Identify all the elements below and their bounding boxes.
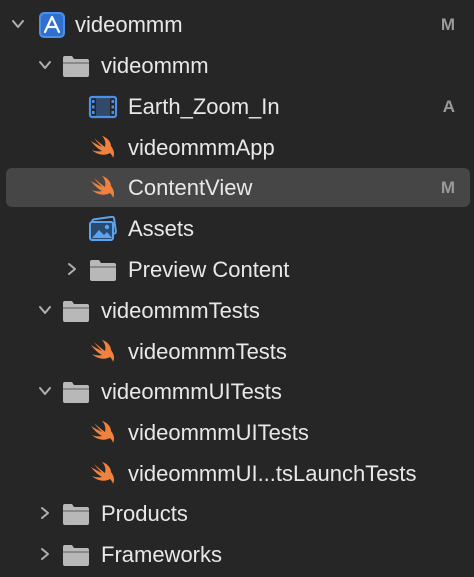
tree-row-file[interactable]: Assets [0,208,474,249]
tree-row-project[interactable]: videommm M [0,4,474,45]
tree-row-group[interactable]: videommmUITests [0,371,474,412]
tree-row-label: videommmUITests [128,420,309,445]
tree-row-label: videommmApp [128,135,275,160]
tree-row-label: videommm [75,12,183,37]
xcode-project-icon [39,12,65,38]
tree-row-label: videommm [101,53,209,78]
status-badge: A [442,97,455,116]
tree-row-label: Earth_Zoom_In [128,94,280,119]
tree-row-group[interactable]: videommmTests [0,290,474,331]
tree-row-file[interactable]: videommmUITests [0,412,474,453]
tree-row-file[interactable]: videommmApp [0,127,474,168]
chevron-right-icon[interactable] [64,261,80,277]
project-navigator: videommm M videommm Earth_Zoom_In A vide… [0,0,474,577]
folder-icon [63,56,89,77]
chevron-right-icon[interactable] [37,505,53,521]
tree-row-file[interactable]: videommmTests [0,331,474,372]
swift-icon [91,176,115,198]
tree-row-file[interactable]: videommmUI...tsLaunchTests [0,453,474,494]
tree-row-label: videommmUITests [101,379,282,404]
chevron-down-icon[interactable] [10,16,26,32]
tree-row-label: Preview Content [128,257,290,282]
video-file-icon [88,95,118,119]
asset-catalog-icon [89,216,117,241]
tree-row-label: Frameworks [101,542,223,567]
tree-row-group[interactable]: Preview Content [0,249,474,290]
folder-icon [63,382,89,403]
tree-row-group[interactable]: Products [0,493,474,534]
chevron-down-icon[interactable] [37,302,53,318]
folder-icon [63,504,89,525]
tree-row-label: ContentView [128,175,253,200]
tree-row-file-selected[interactable]: ContentView M [0,167,474,208]
status-badge: M [440,178,455,197]
folder-icon [63,301,89,322]
swift-icon [91,340,115,362]
folder-icon [90,260,116,281]
swift-icon [91,421,115,443]
swift-icon [91,462,115,484]
tree-row-label: Products [101,501,188,526]
status-badge: M [440,15,455,34]
tree-row-label: videommmTests [128,339,287,364]
tree-row-label: videommmTests [101,298,260,323]
chevron-down-icon[interactable] [37,383,53,399]
swift-icon [91,136,115,158]
chevron-right-icon[interactable] [37,546,53,562]
folder-icon [63,545,89,566]
tree-row-group[interactable]: videommm [0,45,474,86]
chevron-down-icon[interactable] [37,57,53,73]
tree-row-file[interactable]: Earth_Zoom_In A [0,86,474,127]
tree-row-label: Assets [128,216,195,241]
tree-row-group[interactable]: Frameworks [0,534,474,575]
tree-row-label: videommmUI...tsLaunchTests [128,461,417,486]
